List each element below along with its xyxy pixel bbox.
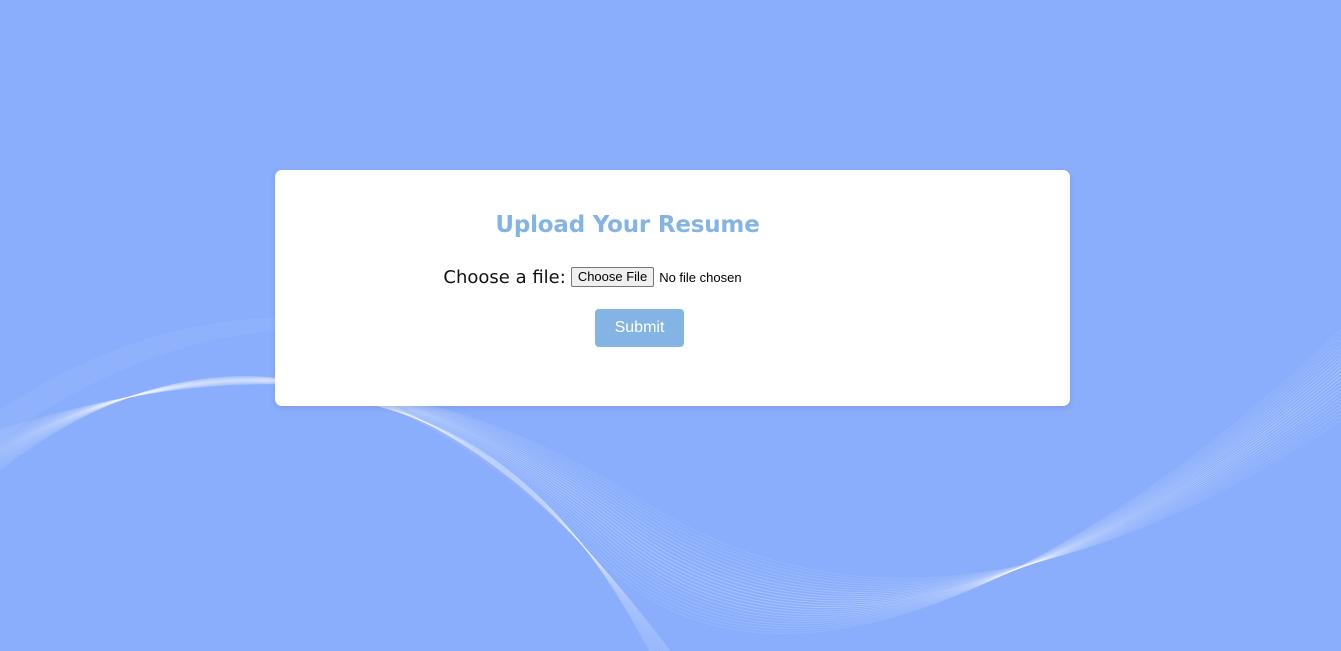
page-background: Upload Your Resume Choose a file: Choose… xyxy=(0,0,1341,651)
page-title: Upload Your Resume xyxy=(495,212,760,238)
file-picker-row: Choose a file: Choose File No file chose… xyxy=(275,265,1070,289)
file-label: Choose a file: xyxy=(443,266,566,288)
submit-button[interactable]: Submit xyxy=(595,309,684,347)
file-status-text: No file chosen xyxy=(659,269,742,285)
upload-card: Upload Your Resume Choose a file: Choose… xyxy=(275,170,1070,406)
choose-file-button[interactable]: Choose File xyxy=(570,267,655,287)
